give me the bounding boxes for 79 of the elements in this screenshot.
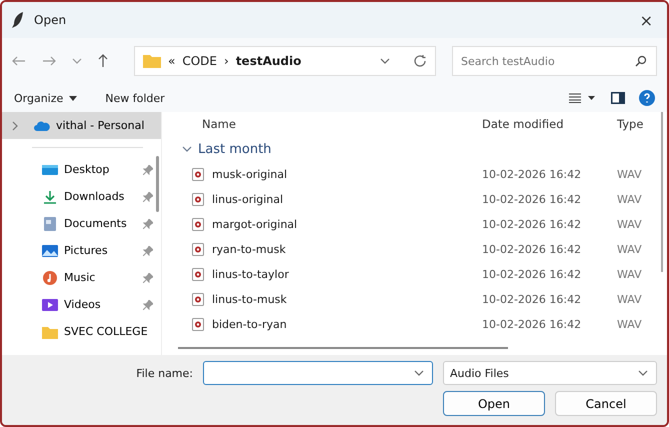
breadcrumb-separator: « [168, 54, 176, 68]
chevron-down-icon [638, 370, 648, 376]
back-button[interactable] [12, 56, 26, 66]
breadcrumb[interactable]: CODE [182, 54, 217, 68]
desktop-icon [42, 162, 58, 176]
recent-dropdown-button[interactable] [72, 58, 82, 64]
column-header[interactable]: Date modified [482, 117, 617, 131]
folder-icon [143, 54, 161, 68]
file-name[interactable]: musk-original [212, 168, 288, 181]
type-cell-text: WAV [617, 193, 643, 206]
caret-icon [69, 96, 78, 100]
chevron-icon [182, 146, 192, 152]
sidebar-item[interactable]: SVEC COLLEGE [2, 318, 161, 345]
date-cell-text: 10-02-2026 16:42 [482, 293, 582, 306]
column-header[interactable]: Type [617, 117, 667, 131]
file-name-field[interactable] [203, 361, 433, 385]
breadcrumb-separator: › [224, 54, 229, 68]
sidebar-item[interactable]: Downloads [2, 183, 161, 210]
new-folder-button[interactable]: New folder [105, 92, 165, 104]
date-cell-text: 10-02-2026 16:42 [482, 318, 582, 331]
folder-icon [42, 324, 58, 338]
type-cell-text: WAV [617, 268, 643, 281]
sidebar-item[interactable]: Videos [2, 291, 161, 318]
chevron-down-icon [414, 370, 424, 376]
file-name-label: File name: [136, 366, 193, 380]
audio-file-icon [192, 168, 204, 181]
type-cell-text: WAV [617, 293, 643, 306]
file-name[interactable]: margot-original [212, 218, 298, 231]
pictures-icon [42, 244, 58, 258]
address-bar[interactable]: « CODE › testAudio [134, 46, 436, 76]
audio-file-icon [192, 193, 204, 206]
sidebar-item[interactable]: Music [2, 264, 161, 291]
chevron-down-icon [380, 58, 390, 64]
file-type-dropdown[interactable]: Audio Files [443, 361, 657, 385]
cloud-icon [34, 118, 50, 132]
file-name[interactable]: linus-original [212, 193, 284, 206]
type-cell-text: WAV [617, 218, 643, 231]
date-cell-text: 10-02-2026 16:42 [482, 243, 582, 256]
music-icon [42, 270, 58, 284]
type-cell-text: WAV [617, 318, 643, 331]
audio-file-icon [192, 318, 204, 331]
downloads-icon [42, 190, 58, 204]
search-icon [635, 55, 647, 67]
window-title: Open [34, 13, 68, 27]
breadcrumb[interactable]: testAudio [236, 54, 302, 68]
up-button[interactable] [98, 54, 108, 68]
open-button[interactable]: Open [443, 391, 545, 416]
audio-file-icon [192, 293, 204, 306]
sidebar-item[interactable]: vithal - Personal [2, 112, 161, 139]
close-button[interactable]: × [636, 10, 657, 30]
file-name[interactable]: linus-to-taylor [212, 268, 289, 281]
documents-icon [42, 216, 58, 230]
sidebar-item[interactable]: Pictures [2, 237, 161, 264]
view-menu-button[interactable] [569, 93, 597, 103]
audio-file-icon [192, 243, 204, 256]
organize-button[interactable]: Organize [14, 92, 78, 104]
chevron-right-icon [12, 120, 18, 130]
type-cell-text: WAV [617, 243, 643, 256]
group-header[interactable]: Last month [178, 136, 667, 162]
date-cell-text: 10-02-2026 16:42 [482, 268, 582, 281]
feather-icon [12, 12, 24, 28]
column-header[interactable]: Name [178, 117, 482, 131]
type-cell-text: WAV [617, 168, 643, 181]
file-name[interactable]: linus-to-musk [212, 293, 287, 306]
file-name[interactable]: ryan-to-musk [212, 243, 286, 256]
preview-pane-button[interactable] [611, 92, 625, 104]
refresh-icon[interactable] [413, 54, 427, 68]
help-button[interactable] [639, 90, 655, 106]
audio-file-icon [192, 218, 204, 231]
videos-icon [42, 298, 58, 312]
cancel-button[interactable]: Cancel [555, 391, 657, 416]
search-field[interactable]: Search testAudio [452, 46, 657, 76]
audio-file-icon [192, 268, 204, 281]
forward-button[interactable] [42, 56, 56, 66]
date-cell-text: 10-02-2026 16:42 [482, 193, 582, 206]
date-cell-text: 10-02-2026 16:42 [482, 168, 582, 181]
sidebar-item[interactable]: Documents [2, 210, 161, 237]
date-cell-text: 10-02-2026 16:42 [482, 218, 582, 231]
file-name[interactable]: biden-to-ryan [212, 318, 287, 331]
